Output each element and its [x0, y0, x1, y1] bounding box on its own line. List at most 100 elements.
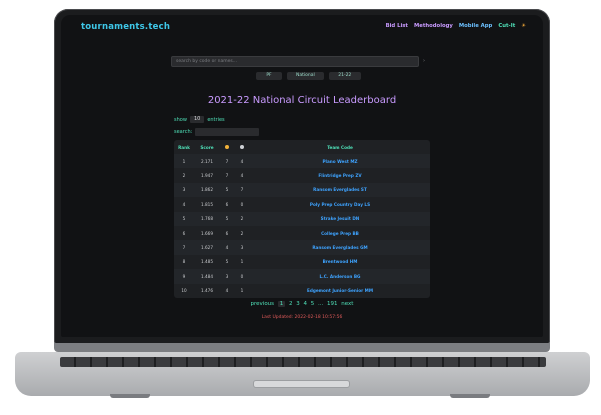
cell-team-code[interactable]: Brentwood HM: [250, 259, 430, 264]
header-silver[interactable]: [234, 144, 250, 150]
cell-rank: 10: [181, 288, 187, 294]
nav-mobile-app[interactable]: Mobile App: [459, 23, 492, 29]
cell-silver: 1: [240, 259, 244, 265]
filter-season[interactable]: 21-22: [328, 72, 361, 80]
cell-rank: 9: [182, 273, 186, 279]
cell-silver: 2: [240, 230, 244, 236]
cell-team-code[interactable]: Ransom Everglades GM: [250, 245, 430, 250]
table-row: 1 2.171 7 4 Plano West MZ: [174, 154, 430, 169]
site-logo[interactable]: tournaments.tech: [81, 22, 170, 32]
cell-rank: 8: [182, 259, 186, 265]
laptop-trackpad: [253, 380, 350, 388]
cell-score: 1.862: [201, 187, 213, 193]
cell-silver: 4: [240, 173, 244, 179]
table-row: 2 1.947 7 4 Flintridge Prep ZV: [174, 168, 430, 182]
pager-page-4[interactable]: 4: [304, 301, 308, 307]
cell-gold: 6: [225, 230, 229, 236]
cell-team-code[interactable]: Edgemont Junior-Senior MM: [250, 288, 430, 293]
search-submit-icon[interactable]: ›: [423, 58, 425, 64]
cell-team-code[interactable]: Ransom Everglades ST: [250, 187, 430, 192]
theme-toggle-icon[interactable]: ☀: [521, 23, 526, 29]
entries-control: show 10 entries: [174, 116, 225, 123]
table-header-row: Rank Score Team Code: [174, 140, 430, 154]
laptop-foot-left: [110, 394, 150, 398]
cell-team-code[interactable]: Strake Jesuit DN: [250, 216, 430, 221]
cell-gold: 5: [225, 259, 229, 265]
table-row: 3 1.862 5 7 Ransom Everglades ST: [174, 182, 430, 198]
table-row: 7 1.627 4 3 Ransom Everglades GM: [174, 240, 430, 255]
cell-score: 2.171: [201, 158, 213, 164]
cell-team-code[interactable]: Poly Prep Country Day LS: [250, 202, 430, 207]
cell-silver: 0: [240, 201, 244, 207]
pager-page-3[interactable]: 3: [296, 301, 300, 307]
cell-silver: 0: [240, 273, 244, 279]
pager-page-1[interactable]: 1: [277, 301, 286, 307]
pager-page-5[interactable]: 5: [311, 301, 315, 307]
cell-rank: 3: [182, 187, 186, 193]
cell-team-code[interactable]: L.C. Anderson BG: [250, 274, 430, 279]
pager-page-2[interactable]: 2: [289, 301, 293, 307]
laptop-foot-right: [450, 394, 490, 398]
leaderboard-table: Rank Score Team Code 1 2.171 7 4 Plano West …: [174, 140, 430, 298]
pager-previous[interactable]: previous: [251, 301, 275, 307]
filter-circuit[interactable]: National: [287, 72, 324, 80]
filter-bar: PF National 21-22: [256, 72, 361, 80]
cell-gold: 7: [225, 158, 229, 164]
cell-gold: 4: [225, 245, 229, 251]
top-nav: Bid List Methodology Mobile App Cut-It ☀: [386, 23, 526, 29]
cell-silver: 2: [240, 216, 244, 222]
cell-rank: 7: [182, 245, 186, 251]
cell-team-code[interactable]: Plano West MZ: [250, 159, 430, 164]
cell-gold: 7: [225, 173, 229, 179]
code-search-input[interactable]: search by code or names...: [171, 56, 419, 67]
pagination: previous 1 2 3 4 5 ... 191 next: [61, 301, 543, 307]
silver-medal-icon: [240, 144, 244, 149]
show-label: show: [174, 116, 187, 123]
cell-rank: 4: [182, 201, 186, 207]
cell-silver: 1: [240, 288, 244, 294]
pager-next[interactable]: next: [341, 301, 353, 307]
cell-score: 1.947: [201, 173, 213, 179]
cell-silver: 4: [240, 158, 244, 164]
cell-team-code[interactable]: Flintridge Prep ZV: [250, 173, 430, 178]
pager-ellipsis: ...: [318, 301, 324, 307]
table-search: search:: [174, 128, 260, 136]
header-team-code[interactable]: Team Code: [250, 145, 430, 150]
cell-rank: 6: [182, 230, 186, 236]
nav-methodology[interactable]: Methodology: [414, 23, 453, 29]
pager-page-last[interactable]: 191: [327, 301, 338, 307]
cell-gold: 4: [225, 288, 229, 294]
browser-screen: tournaments.tech Bid List Methodology Mo…: [61, 15, 543, 337]
cell-gold: 6: [225, 201, 229, 207]
last-updated: Last Updated: 2022-02-18 10:57:56: [261, 315, 343, 320]
cell-rank: 5: [182, 216, 186, 222]
header-gold[interactable]: [220, 144, 234, 150]
page-title: 2021-22 National Circuit Leaderboard: [207, 95, 397, 106]
table-row: 10 1.476 4 1 Edgemont Junior-Senior MM: [174, 284, 430, 298]
cell-gold: 5: [225, 216, 229, 222]
table-row: 9 1.484 3 0 L.C. Anderson BG: [174, 269, 430, 284]
cell-score: 1.815: [201, 201, 213, 207]
cell-score: 1.627: [201, 245, 213, 251]
cell-score: 1.768: [201, 216, 213, 222]
header-rank[interactable]: Rank: [174, 145, 194, 150]
cell-silver: 7: [240, 187, 244, 193]
nav-cut-it[interactable]: Cut-It: [498, 23, 515, 29]
header-score[interactable]: Score: [194, 145, 220, 150]
table-row: 4 1.815 6 0 Poly Prep Country Day LS: [174, 197, 430, 211]
entries-select[interactable]: 10: [189, 116, 205, 123]
cell-score: 1.485: [201, 259, 213, 265]
cell-team-code[interactable]: College Prep BB: [250, 231, 430, 236]
table-search-label: search:: [174, 129, 193, 135]
cell-rank: 2: [182, 173, 186, 179]
laptop-hinge: [54, 343, 550, 352]
cell-score: 1.476: [201, 288, 213, 294]
table-row: 5 1.768 5 2 Strake Jesuit DN: [174, 211, 430, 226]
filter-event[interactable]: PF: [256, 72, 282, 80]
nav-bid-list[interactable]: Bid List: [386, 23, 408, 29]
table-search-input[interactable]: [195, 128, 260, 136]
entries-label: entries: [207, 116, 225, 123]
gold-medal-icon: [225, 144, 229, 149]
cell-score: 1.669: [201, 230, 213, 236]
cell-score: 1.484: [201, 273, 213, 279]
